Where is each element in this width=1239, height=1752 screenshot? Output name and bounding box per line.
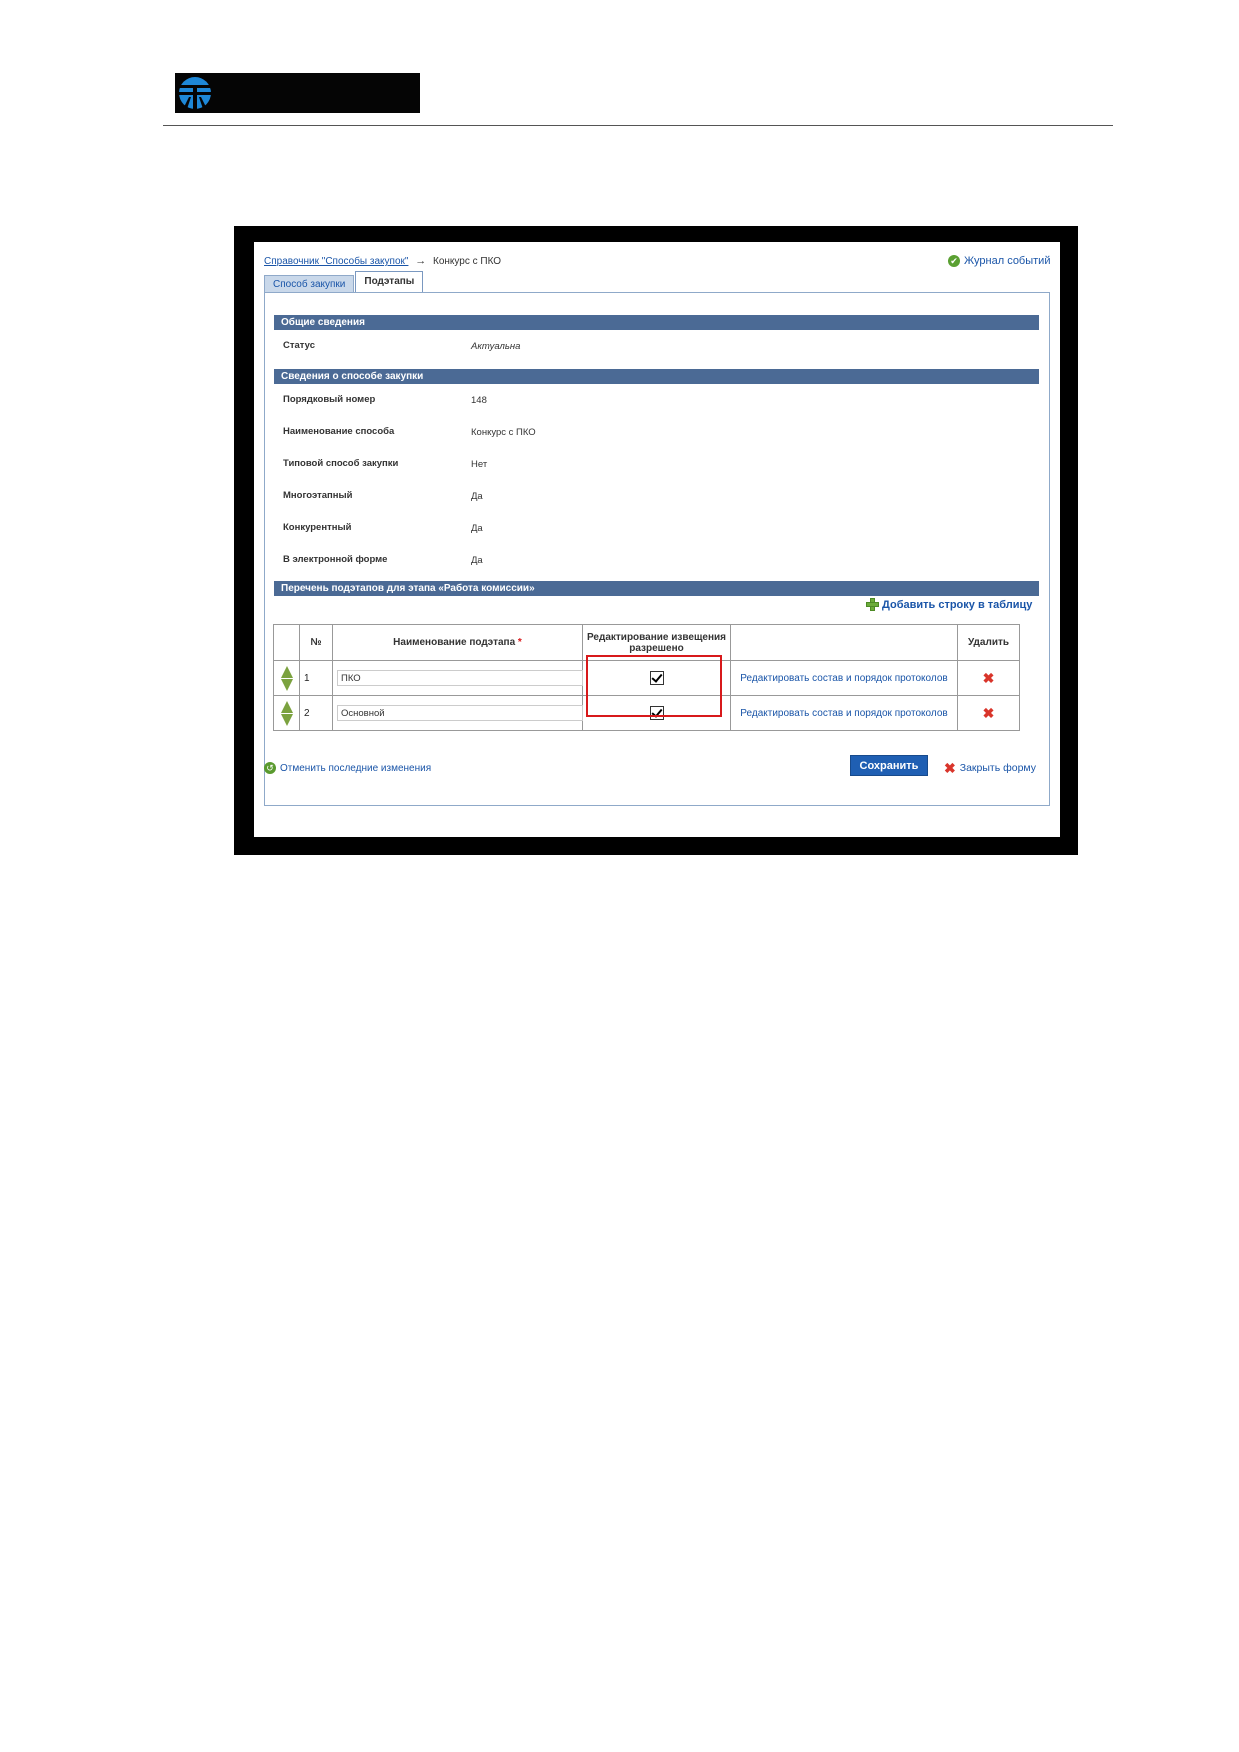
field-value-order-number: 148 (471, 395, 487, 406)
breadcrumb-link-procurement-methods[interactable]: Справочник "Способы закупок" (264, 256, 408, 267)
tab-bar: Способ закупки Подэтапы (264, 271, 424, 293)
breadcrumb: Справочник "Способы закупок" → Конкурс с… (264, 255, 501, 267)
logo-emblem-icon (179, 77, 211, 109)
tab-procurement-method[interactable]: Способ закупки (264, 275, 355, 293)
edit-allowed-cell (582, 695, 731, 731)
close-form-link[interactable]: ✖ Закрыть форму (944, 761, 1036, 775)
company-logo (175, 73, 420, 113)
section-general: Общие сведения (274, 315, 1039, 330)
screenshot-frame: Справочник "Способы закупок" → Конкурс с… (234, 226, 1078, 855)
name-cell (332, 660, 583, 696)
field-label-typical-method: Типовой способ закупки (283, 458, 399, 469)
required-mark: * (517, 637, 522, 648)
undo-icon: ↺ (264, 762, 276, 774)
app-screen: Справочник "Способы закупок" → Конкурс с… (254, 242, 1060, 837)
table-header-row: № Наименование подэтапа * Редактирование… (273, 624, 1020, 661)
field-label-competitive: Конкурентный (283, 522, 352, 533)
event-journal-link[interactable]: ✔ Журнал событий (948, 255, 1050, 267)
plus-icon (866, 598, 879, 611)
move-down-icon[interactable] (280, 713, 293, 726)
header-substage-name-label: Наименование подэтапа (393, 637, 516, 648)
field-label-method-name: Наименование способа (283, 426, 395, 437)
event-journal-label: Журнал событий (964, 255, 1051, 267)
header-delete: Удалить (957, 624, 1020, 661)
close-form-label: Закрыть форму (959, 762, 1036, 774)
field-value-multistage: Да (471, 491, 483, 502)
substages-table: № Наименование подэтапа * Редактирование… (273, 624, 1020, 731)
header-actions (730, 624, 958, 661)
breadcrumb-current: Конкурс с ПКО (433, 256, 502, 267)
move-down-icon[interactable] (280, 678, 293, 691)
section-substages: Перечень подэтапов для этапа «Работа ком… (274, 581, 1039, 596)
header-divider (163, 125, 1113, 126)
move-up-icon[interactable] (280, 700, 293, 713)
field-label-electronic-form: В электронной форме (283, 554, 388, 565)
status-label: Статус (283, 340, 316, 351)
clock-icon: ✔ (948, 255, 960, 267)
field-value-competitive: Да (471, 523, 483, 534)
header-substage-name: Наименование подэтапа * (332, 624, 583, 661)
status-value: Актуальна (471, 341, 521, 352)
field-label-order-number: Порядковый номер (283, 394, 376, 405)
section-method-info: Сведения о способе закупки (274, 369, 1039, 384)
reorder-cell (273, 660, 300, 696)
edit-protocols-link[interactable]: Редактировать состав и порядок протоколо… (730, 695, 958, 731)
delete-cell: ✖ (957, 695, 1020, 731)
move-up-icon[interactable] (280, 665, 293, 678)
table-row: 1 Редактировать состав и порядок протоко… (273, 660, 1020, 696)
save-button[interactable]: Сохранить (850, 755, 928, 776)
substage-name-input[interactable] (337, 670, 583, 686)
delete-cell: ✖ (957, 660, 1020, 696)
field-value-electronic-form: Да (471, 555, 483, 566)
header-edit-allowed: Редактирование извещения разрешено (582, 624, 731, 661)
delete-icon[interactable]: ✖ (983, 671, 995, 685)
edit-protocols-link[interactable]: Редактировать состав и порядок протоколо… (730, 660, 958, 696)
delete-icon[interactable]: ✖ (983, 706, 995, 720)
add-row-label: Добавить строку в таблицу (882, 598, 1033, 611)
undo-changes-label: Отменить последние изменения (280, 762, 432, 774)
close-icon: ✖ (944, 760, 956, 776)
breadcrumb-arrow: → (415, 255, 427, 267)
edit-allowed-checkbox[interactable] (649, 706, 664, 720)
reorder-cell (273, 695, 300, 731)
undo-changes-link[interactable]: ↺ Отменить последние изменения (264, 762, 431, 774)
row-number: 2 (299, 695, 333, 731)
row-number: 1 (299, 660, 333, 696)
field-value-method-name: Конкурс с ПКО (471, 427, 536, 438)
header-reorder (273, 624, 300, 661)
table-row: 2 Редактировать состав и порядок протоко… (273, 695, 1020, 731)
edit-allowed-checkbox[interactable] (649, 671, 664, 685)
tab-substages[interactable]: Подэтапы (355, 271, 424, 293)
add-row-button[interactable]: Добавить строку в таблицу (866, 598, 1032, 611)
field-value-typical-method: Нет (471, 459, 488, 470)
name-cell (332, 695, 583, 731)
header-number: № (299, 624, 333, 661)
edit-allowed-cell (582, 660, 731, 696)
field-label-multistage: Многоэтапный (283, 490, 353, 501)
substage-name-input[interactable] (337, 705, 583, 721)
